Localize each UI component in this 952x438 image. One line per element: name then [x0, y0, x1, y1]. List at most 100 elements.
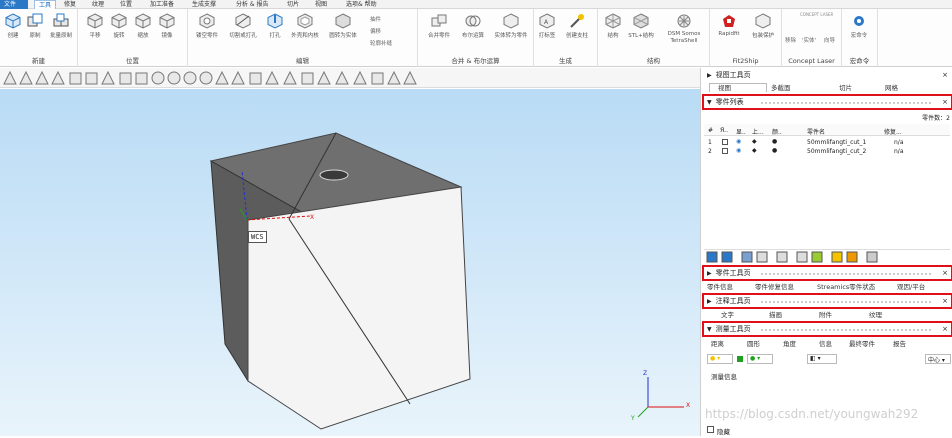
row-checkbox[interactable] [722, 139, 728, 145]
measure-tools-header[interactable]: ▼ 测量工具页 × [703, 324, 951, 335]
duplicate-button[interactable]: 原制 [24, 13, 46, 39]
color-icon[interactable]: ● [772, 147, 777, 154]
3d-viewport[interactable]: WCS X Z X Y [0, 89, 700, 436]
group-generate: A 打标签 创建支柱 生成 [534, 9, 598, 67]
merge-parts-button[interactable]: 合并零件 [422, 13, 456, 39]
tab-view[interactable]: 视图 [709, 83, 767, 92]
macro-button[interactable]: 宏命令 [848, 13, 870, 39]
wizard-button[interactable]: 向导 [824, 36, 835, 44]
menu-tab-file[interactable]: 文件 [0, 0, 28, 9]
remove-button[interactable]: 移除 [785, 36, 796, 44]
menu-tab-texture[interactable]: 纹理 [88, 0, 108, 9]
center-select[interactable]: 中心 ▾ [925, 354, 951, 364]
view-toolbar [0, 68, 700, 88]
tab-texture[interactable]: 纹理 [869, 311, 882, 319]
measure-tools-title: 测量工具页 [715, 325, 751, 333]
batch-duplicate-button[interactable]: 批量原制 [44, 13, 78, 39]
annotation-tools-header[interactable]: ▶ 注释工具页 × [703, 296, 951, 307]
eye-icon[interactable]: ◉ [736, 147, 741, 154]
menu-tab-options[interactable]: 选项& 帮助 [342, 0, 381, 9]
structure-button[interactable]: 结构 [602, 13, 624, 39]
color-select-1[interactable]: ● ▾ [707, 354, 733, 364]
shell-core-label: 外壳和内核 [291, 33, 319, 39]
shell-core-button[interactable]: 外壳和内核 [288, 13, 322, 39]
offset-button[interactable]: 偏移 [370, 27, 381, 35]
color-select-2[interactable]: ● ▾ [747, 354, 773, 364]
tetrashell-button[interactable]: DSM Somos TetraShell [662, 13, 706, 45]
stl-lattice-icon [633, 13, 649, 29]
menu-tab-position[interactable]: 位置 [116, 0, 136, 9]
create-button[interactable]: 创建 [2, 13, 24, 39]
tab-mesh[interactable]: 网格 [873, 84, 898, 92]
tab-info[interactable]: 信息 [819, 340, 849, 348]
tab-circle[interactable]: 圆形 [747, 340, 783, 348]
menu-tab-support[interactable]: 生成支撑 [188, 0, 220, 9]
punch-label: 打孔 [269, 33, 281, 39]
col-visible[interactable]: 显.. [736, 127, 746, 136]
mirror-button[interactable]: 镜像 [156, 13, 178, 39]
tab-multi-section[interactable]: 多截面 [767, 84, 827, 92]
row-checkbox[interactable] [722, 148, 728, 154]
create-pillar-button[interactable]: 创建支柱 [560, 13, 594, 39]
extract-button[interactable]: 抽件 [370, 15, 381, 23]
tab-draw[interactable]: 描画 [769, 311, 819, 319]
part-tools-header[interactable]: ▶ 零件工具页 × [703, 268, 951, 279]
solid-button[interactable]: '实体' [802, 36, 816, 44]
rapidfit-button[interactable]: Rapidfit [712, 13, 746, 37]
col-a[interactable]: Я.. [720, 127, 728, 134]
tab-angle[interactable]: 角度 [783, 340, 819, 348]
rotate-button[interactable]: 旋转 [108, 13, 130, 39]
col-index[interactable]: # [708, 127, 713, 134]
stl-structure-button[interactable]: STL+结构 [624, 13, 658, 39]
tab-distance[interactable]: 距离 [711, 340, 747, 348]
tab-platform[interactable]: 观因/平台 [897, 283, 925, 291]
close-icon[interactable]: × [942, 97, 948, 108]
col-repair[interactable]: 修复... [884, 127, 902, 136]
menu-tab-view[interactable]: 视图 [311, 0, 331, 9]
measure-mode-select[interactable]: ◧ ▾ [807, 354, 837, 364]
tab-slice[interactable]: 切片 [827, 84, 873, 92]
hide-checkbox[interactable] [707, 426, 714, 433]
parts-list-header[interactable]: ▼ 零件列表 × [703, 97, 951, 108]
color-icon[interactable]: ● [772, 138, 777, 145]
tab-attachment[interactable]: 附件 [819, 311, 869, 319]
close-icon[interactable]: × [942, 268, 948, 279]
cube-front-face[interactable] [247, 186, 471, 430]
menu-tab-slice[interactable]: 切片 [283, 0, 303, 9]
menu-tab-tools[interactable]: 工具 [34, 0, 57, 9]
punch-icon [267, 13, 283, 29]
tab-streamics[interactable]: Streamics零件状态 [817, 283, 897, 291]
tetrashell-icon [677, 14, 691, 28]
duplicate-icon [27, 13, 43, 27]
col-part-name[interactable]: 零件名 [807, 127, 825, 136]
scale-button[interactable]: 缩放 [132, 13, 154, 39]
tab-part-info[interactable]: 零件信息 [707, 283, 755, 291]
close-icon[interactable]: × [942, 296, 948, 307]
col-color[interactable]: 颜.. [772, 127, 782, 136]
close-icon[interactable]: × [942, 70, 948, 81]
label-button[interactable]: A 打标签 [536, 13, 558, 39]
punch-button[interactable]: 打孔 [264, 13, 286, 39]
tab-final-part[interactable]: 最终零件 [849, 340, 893, 348]
hollow-part-button[interactable]: 镂空零件 [190, 13, 224, 39]
menu-tab-prep[interactable]: 加工准备 [146, 0, 178, 9]
tab-repair-info[interactable]: 零件修复信息 [755, 283, 817, 291]
table-row[interactable]: 2 ◉ ◆ ● 50mmlifangti_cut_2 n/a [704, 147, 950, 156]
tab-report[interactable]: 报告 [893, 340, 906, 348]
pack-protect-button[interactable]: 包装保护 [746, 13, 780, 39]
to-solid-button[interactable]: 圆转为实体 [326, 13, 360, 39]
contour-seam-button[interactable]: 轮廓补缝 [370, 39, 392, 47]
row-part-name: 50mmlifangti_cut_1 [807, 139, 867, 146]
table-row[interactable]: 1 ◉ ◆ ● 50mmlifangti_cut_1 n/a [704, 138, 950, 147]
translate-button[interactable]: 平移 [84, 13, 106, 39]
col-up[interactable]: 上... [752, 127, 764, 136]
solid-to-part-button[interactable]: 实体转为零件 [494, 13, 528, 39]
menu-tab-analysis[interactable]: 分析 & 报告 [232, 0, 273, 9]
boolean-button[interactable]: 布尔运算 [456, 13, 490, 39]
eye-icon[interactable]: ◉ [736, 138, 741, 145]
menu-tab-repair[interactable]: 修复 [60, 0, 80, 9]
cut-punch-button[interactable]: 切割或打孔 [226, 13, 260, 39]
view-tools-header[interactable]: ▶ 视图工具页 × [703, 70, 951, 81]
tab-text[interactable]: 文字 [721, 311, 769, 319]
close-icon[interactable]: × [942, 324, 948, 335]
